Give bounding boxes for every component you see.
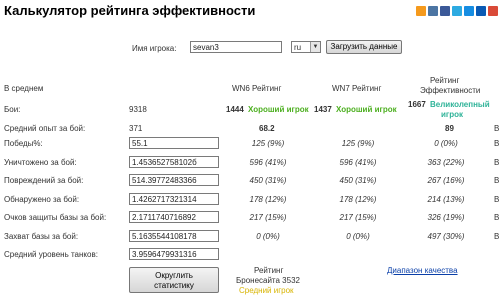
- vkontakte-icon[interactable]: [428, 6, 438, 16]
- wn7-grade: Хороший игрок: [336, 105, 397, 114]
- eff-contribution: 497 (30%): [427, 232, 465, 241]
- battles-value: 9318: [129, 105, 147, 114]
- stat-row-cut: В: [494, 232, 500, 241]
- mailru-icon[interactable]: [464, 6, 474, 16]
- armor-rating-value: Бронесайта 3532: [236, 276, 300, 285]
- eff-grade-line2: игрок: [441, 110, 464, 119]
- wn7-contribution: 0 (0%): [346, 232, 370, 241]
- wn7-contribution: 217 (15%): [339, 213, 377, 222]
- stat-value-input[interactable]: [129, 137, 219, 149]
- stat-label: Обнаружено за бой:: [4, 195, 80, 204]
- avg-exp-label: Средний опыт за бой:: [4, 124, 86, 133]
- round-stats-button[interactable]: Округлить статистику: [129, 267, 219, 293]
- wn6-contribution: 178 (12%): [249, 195, 287, 204]
- wn6-contribution: 217 (15%): [249, 213, 287, 222]
- stat-label: Повреждений за бой:: [4, 176, 84, 185]
- stat-label: Победы%:: [4, 139, 43, 148]
- wn6-contribution: 0 (0%): [256, 232, 280, 241]
- stat-row-cut: В: [494, 195, 500, 204]
- eff-column-header-line1: Рейтинг: [430, 76, 460, 85]
- round-stats-button-line2: статистику: [154, 281, 194, 290]
- stat-value-input[interactable]: [129, 211, 219, 223]
- stat-label: Средний уровень танков:: [4, 250, 98, 259]
- wn7-contribution: 596 (41%): [339, 158, 377, 167]
- wn7-contribution: 450 (31%): [339, 176, 377, 185]
- stat-row-cut: В: [494, 213, 500, 222]
- eff-contribution: 214 (13%): [427, 195, 465, 204]
- battles-label: Бои:: [4, 105, 21, 114]
- stat-value-input[interactable]: [129, 230, 219, 242]
- load-data-button[interactable]: Загрузить данные: [326, 40, 402, 54]
- twitter-icon[interactable]: [452, 6, 462, 16]
- stat-value-input[interactable]: [129, 174, 219, 186]
- eff-rating-value: 1667: [408, 100, 426, 109]
- wn6-contribution: 596 (41%): [249, 158, 287, 167]
- avg-exp-value: 371: [129, 124, 143, 133]
- wn7-rating-value: 1437: [314, 105, 332, 114]
- wn7-contribution: 178 (12%): [339, 195, 377, 204]
- wn6-contribution: 125 (9%): [251, 139, 285, 148]
- eff-contribution: 326 (19%): [427, 213, 465, 222]
- wn6-column-header: WN6 Рейтинг: [232, 84, 282, 93]
- stat-label: Захват базы за бой:: [4, 232, 79, 241]
- quality-range-link[interactable]: Диапазон качества: [387, 266, 458, 275]
- avg-exp-wn6: 68.2: [259, 124, 275, 133]
- stat-value-input[interactable]: [129, 248, 219, 260]
- stat-row-cut: В: [494, 158, 500, 167]
- player-name-input[interactable]: [190, 41, 282, 53]
- chevron-down-icon[interactable]: ▼: [310, 42, 320, 52]
- facebook-icon[interactable]: [440, 6, 450, 16]
- server-select[interactable]: ru ▼: [291, 41, 321, 53]
- avg-exp-eff: 89: [445, 124, 454, 133]
- player-name-label: Имя игрока:: [132, 44, 177, 53]
- stat-value-input[interactable]: [129, 156, 219, 168]
- stat-label: Уничтожено за бой:: [4, 158, 77, 167]
- eff-contribution: 0 (0%): [434, 139, 458, 148]
- armor-rating-grade: Средний игрок: [239, 286, 294, 295]
- wn6-contribution: 450 (31%): [249, 176, 287, 185]
- stat-label: Очков защиты базы за бой:: [4, 213, 107, 222]
- odnoklassniki-icon[interactable]: [416, 6, 426, 16]
- stat-row-cut: В: [494, 139, 500, 148]
- google-icon[interactable]: [488, 6, 498, 16]
- eff-contribution: 267 (16%): [427, 176, 465, 185]
- stat-value-input[interactable]: [129, 193, 219, 205]
- stat-row-cut: В: [494, 176, 500, 185]
- eff-column-header-line2: Эффективности: [420, 86, 481, 95]
- social-share-bar: [416, 6, 498, 16]
- round-stats-button-line1: Округлить: [155, 271, 193, 280]
- server-select-value: ru: [294, 43, 302, 52]
- page-title: Калькулятор рейтинга эффективности: [4, 3, 256, 18]
- armor-rating-label: Рейтинг: [254, 266, 284, 275]
- wn6-rating-value: 1444: [226, 105, 244, 114]
- eff-grade-line1: Великолепный: [430, 100, 490, 109]
- wn7-contribution: 125 (9%): [341, 139, 375, 148]
- avg-column-header: В среднем: [4, 84, 44, 93]
- wn6-grade: Хороший игрок: [248, 105, 309, 114]
- wn7-column-header: WN7 Рейтинг: [332, 84, 382, 93]
- livejournal-icon[interactable]: [476, 6, 486, 16]
- avg-exp-cut: В: [494, 124, 500, 133]
- eff-contribution: 363 (22%): [427, 158, 465, 167]
